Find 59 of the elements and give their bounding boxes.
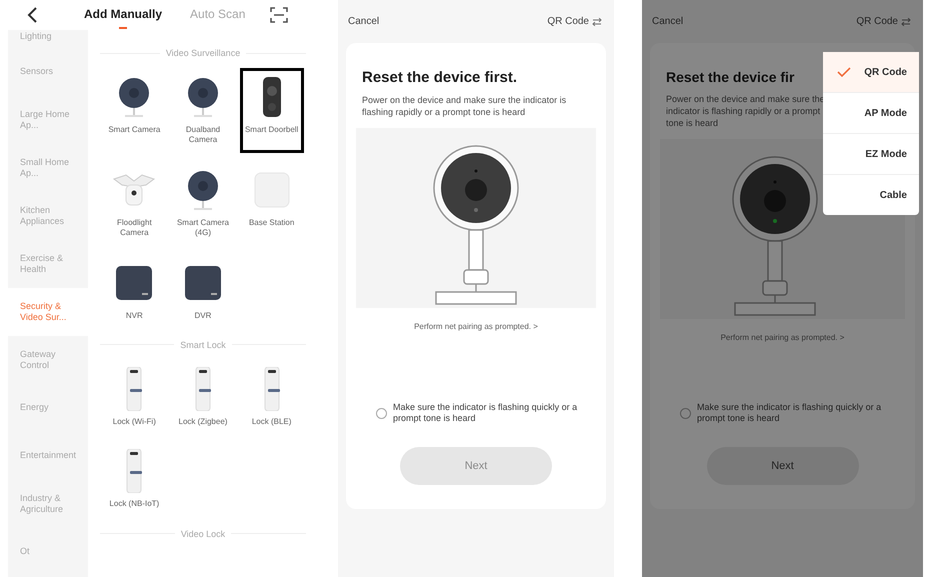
door-lock-icon bbox=[194, 366, 212, 411]
check-icon bbox=[837, 67, 851, 77]
cancel-button[interactable]: Cancel bbox=[346, 14, 382, 29]
section-heading: Video Surveillance bbox=[166, 48, 240, 58]
device-label: NVR bbox=[126, 310, 143, 321]
section-heading: Smart Lock bbox=[180, 340, 226, 350]
section-heading: Video Lock bbox=[180, 528, 226, 539]
device-label: Lock (Wi-Fi) bbox=[112, 416, 156, 428]
cancel-button[interactable]: Cancel bbox=[650, 14, 686, 29]
base-station-icon bbox=[254, 172, 290, 208]
device-tile[interactable]: Lock (BLE) bbox=[240, 360, 304, 434]
device-label: Smart Camera (4G) bbox=[176, 218, 230, 239]
device-tile[interactable]: NVR bbox=[102, 254, 166, 328]
recorder-icon bbox=[116, 266, 152, 300]
device-label: Dualband Camera bbox=[184, 125, 222, 146]
device-label: Lock (NB-IoT) bbox=[109, 499, 160, 510]
device-tile[interactable]: Base Station bbox=[240, 160, 304, 246]
device-tile[interactable]: DVR bbox=[170, 254, 235, 328]
confirm-label: Make sure the indicator is flashing quickly or a prompt tone is heard bbox=[697, 402, 882, 425]
menu-item[interactable]: Cable bbox=[823, 174, 919, 215]
menu-item[interactable]: QR Code bbox=[823, 52, 919, 92]
swap-icon bbox=[901, 18, 911, 26]
menu-item[interactable]: AP Mode bbox=[823, 92, 919, 133]
back-icon bbox=[26, 7, 38, 23]
device-tile[interactable]: Smart Camera (4G) bbox=[170, 160, 235, 246]
confirm-checkbox[interactable] bbox=[680, 408, 691, 419]
confirm-checkbox[interactable] bbox=[376, 408, 387, 419]
swap-icon bbox=[592, 18, 602, 26]
door-lock-icon bbox=[125, 366, 144, 411]
confirm-label: Make sure the indicator is flashing quickly or a prompt tone is heard bbox=[393, 402, 578, 425]
device-tile[interactable]: Lock (Wi-Fi) bbox=[102, 360, 166, 434]
device-label: Base Station bbox=[248, 218, 294, 228]
device-tile[interactable]: Lock (NB-IoT) bbox=[102, 442, 166, 517]
pairing-link[interactable]: Perform net pairing as prompted. > bbox=[660, 333, 905, 342]
door-lock-icon bbox=[262, 366, 281, 411]
device-tile[interactable]: Lock (Zigbee) bbox=[170, 360, 235, 434]
device-label: Floodlight Camera bbox=[116, 218, 153, 239]
mode-button[interactable]: QR Code bbox=[545, 14, 604, 29]
device-label: Lock (Zigbee) bbox=[178, 416, 228, 428]
instruction-text: Power on the device and make sure the indicator is flashing rapidly or a prompt tone is heard bbox=[361, 94, 568, 118]
device-tile[interactable]: Dualband Camera bbox=[170, 68, 235, 153]
device-label: Smart Camera bbox=[108, 125, 160, 136]
pairing-link[interactable]: Perform net pairing as prompted. > bbox=[356, 322, 596, 332]
doorbell-icon bbox=[262, 77, 282, 117]
door-lock-icon bbox=[125, 449, 144, 494]
device-tile[interactable]: Floodlight Camera bbox=[102, 160, 166, 246]
device-label: DVR bbox=[194, 310, 212, 321]
sidebar-item[interactable]: Security & Video Sur... bbox=[8, 288, 88, 336]
menu-item[interactable]: EZ Mode bbox=[823, 133, 919, 174]
scan-icon bbox=[270, 7, 288, 23]
device-label: Lock (BLE) bbox=[252, 416, 292, 428]
mode-button[interactable]: QR Code bbox=[854, 14, 913, 29]
heading: Reset the device fir bbox=[665, 69, 794, 85]
device-label: Smart Doorbell bbox=[244, 125, 298, 136]
highlighted-device-tile[interactable]: Smart Doorbell bbox=[240, 68, 304, 153]
heading: Reset the device first. bbox=[361, 69, 518, 86]
floodlight-camera-icon bbox=[112, 172, 156, 207]
device-tile[interactable]: Smart Camera bbox=[102, 68, 166, 153]
recorder-icon bbox=[184, 266, 221, 300]
